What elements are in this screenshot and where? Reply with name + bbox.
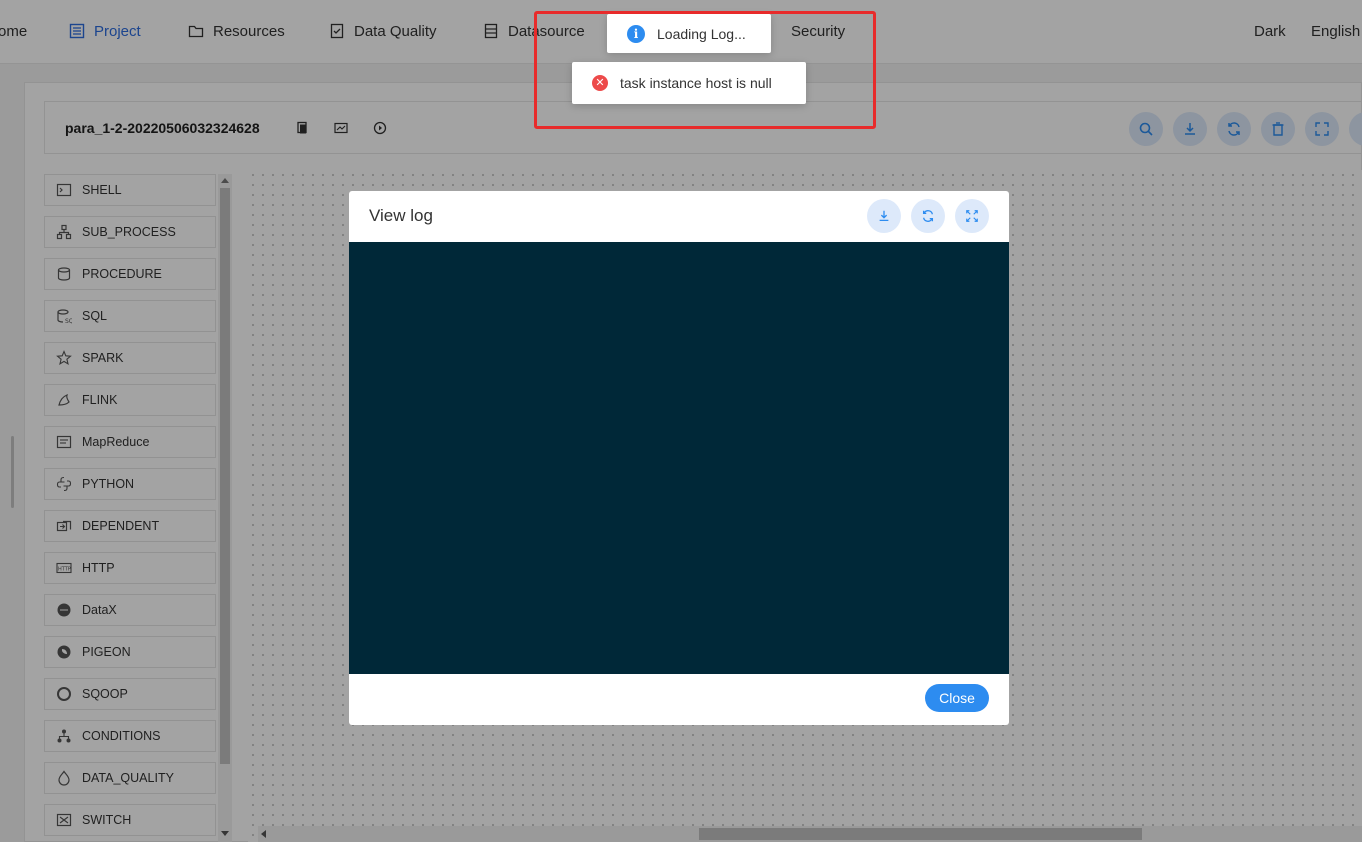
log-download-button[interactable] (867, 199, 901, 233)
log-refresh-button[interactable] (911, 199, 945, 233)
modal-header: View log (349, 191, 1009, 242)
download-icon (879, 210, 889, 222)
log-fullscreen-button[interactable] (955, 199, 989, 233)
modal-footer: Close (349, 674, 1009, 725)
close-button[interactable]: Close (925, 684, 989, 712)
modal-title: View log (369, 206, 433, 225)
fullscreen-icon (966, 210, 978, 222)
log-content-area[interactable] (349, 242, 1009, 674)
annotation-highlight-box (534, 11, 876, 129)
refresh-icon (922, 210, 934, 222)
view-log-modal: View log Close (349, 191, 1009, 725)
